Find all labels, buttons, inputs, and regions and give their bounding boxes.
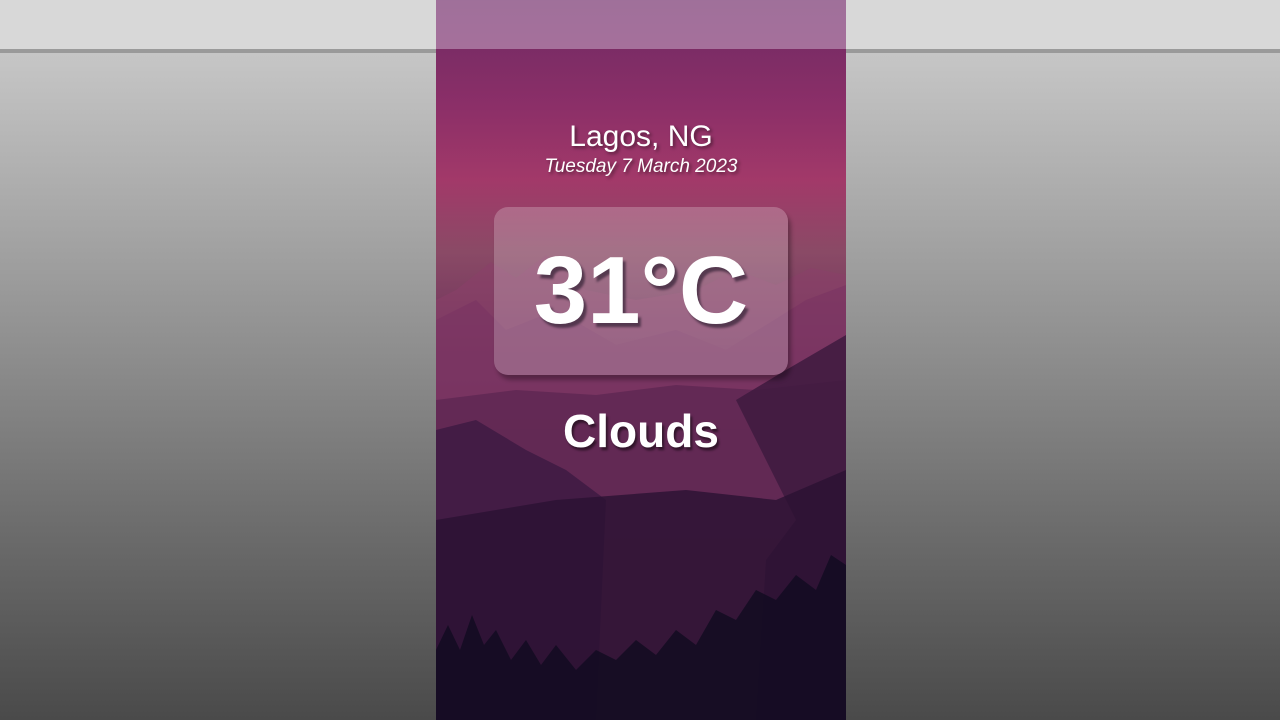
temperature-card: 31°C <box>494 207 788 375</box>
location-label: Lagos, NG <box>569 120 713 153</box>
weather-app: Lagos, NG Tuesday 7 March 2023 31°C Clou… <box>436 0 846 720</box>
search-bar-area[interactable] <box>436 0 846 49</box>
date-label: Tuesday 7 March 2023 <box>544 156 738 177</box>
weather-condition: Clouds <box>563 405 719 457</box>
temperature-value: 31°C <box>533 237 749 344</box>
